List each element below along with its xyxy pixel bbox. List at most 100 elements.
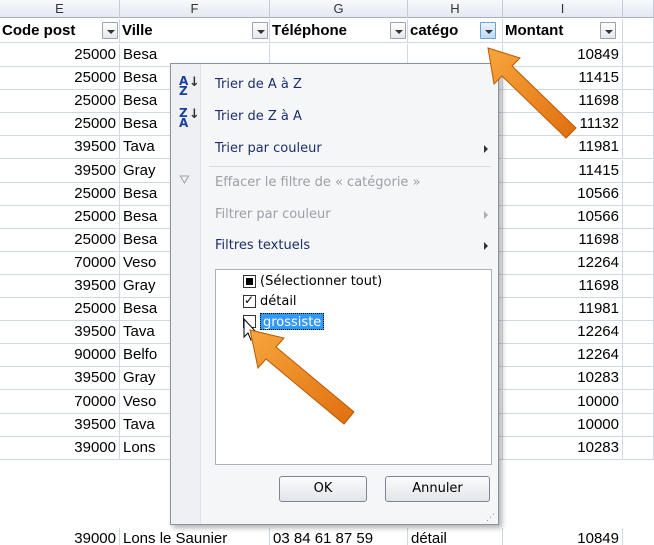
cancel-button[interactable]: Annuler [385,476,490,502]
cell-montant[interactable]: 10000 [503,413,623,437]
cell-code[interactable]: 25000 [0,228,120,252]
cell-code[interactable]: 39000 [0,436,120,460]
cell-code[interactable]: 70000 [0,251,120,275]
cell-code[interactable]: 25000 [0,67,120,91]
column-header-H[interactable]: H [408,0,503,18]
cell-code[interactable]: 70000 [0,390,120,414]
grossiste-checkbox[interactable] [243,315,256,328]
detail-checkbox[interactable]: ✓ [243,293,256,308]
cell-montant[interactable]: 10849 [503,528,623,545]
cell-code[interactable]: 25000 [0,113,120,137]
cell-code[interactable]: 25000 [0,182,120,206]
filter-dropdown-code-postal[interactable] [102,22,118,39]
cell-montant[interactable]: 11698 [503,275,623,298]
cell-code[interactable]: 39500 [0,275,120,298]
column-header-E[interactable]: E [0,0,120,18]
column-header-F[interactable]: F [120,0,270,18]
cell-montant[interactable]: 12264 [503,251,623,275]
filter-dropdown-ville[interactable] [252,22,268,39]
cell-blank[interactable] [623,44,654,67]
ok-button[interactable]: OK [279,476,367,502]
cell-montant[interactable]: 11132 [503,113,623,137]
cell-code[interactable]: 39500 [0,136,120,160]
cell-blank[interactable] [623,113,654,137]
sort-ascending-icon: A Z ↓ [179,74,200,98]
cell-montant[interactable]: 11415 [503,67,623,91]
cell-blank[interactable] [623,251,654,275]
cell-montant[interactable]: 10849 [503,44,623,67]
cell-ville[interactable]: Lons le Saunier [120,528,270,545]
cell-blank[interactable] [623,228,654,252]
cell-blank[interactable] [623,67,654,91]
select-all-checkbox[interactable] [243,275,256,288]
menu-sort-by-color[interactable]: Trier par couleur [215,139,322,159]
clear-filter-icon: ⛛ [179,173,190,188]
cell-blank[interactable] [623,205,654,229]
cell-blank[interactable] [623,136,654,160]
column-header-blank [623,0,654,18]
list-item-detail[interactable]: détail [260,293,297,310]
menu-sort-z-a[interactable]: Trier de Z à A [215,107,302,127]
cell-montant[interactable]: 11981 [503,136,623,160]
header-code-postal-label: Code post [2,22,76,39]
cell-code[interactable]: 39500 [0,321,120,345]
cell-code[interactable]: 39500 [0,367,120,391]
cell-montant[interactable]: 11698 [503,228,623,252]
cell-blank[interactable] [623,182,654,206]
table-row-last: 39000 Lons le Saunier 03 84 61 87 59 dét… [0,528,654,545]
cell-montant[interactable]: 10566 [503,205,623,229]
column-header-G[interactable]: G [270,0,408,18]
submenu-arrow-icon [484,145,488,153]
cell-code[interactable]: 39000 [0,528,120,545]
autofilter-menu: A Z ↓ Trier de A à Z Z A ↓ Trier de Z à A Tr… [170,63,499,525]
cell-code[interactable]: 25000 [0,205,120,229]
cell-montant[interactable]: 10566 [503,182,623,206]
filter-dropdown-telephone[interactable] [390,22,406,39]
cell-montant[interactable]: 11415 [503,159,623,183]
filter-dropdown-categorie[interactable] [480,22,496,39]
menu-filter-by-color[interactable]: Filtrer par couleur [215,205,331,225]
cell-blank[interactable] [623,367,654,391]
sort-descending-icon: Z A ↓ [179,106,200,130]
list-item-select-all[interactable]: (Sélectionner tout) [260,273,382,290]
filter-values-list[interactable]: (Sélectionner tout) ✓ détail grossiste [215,269,492,465]
cell-code[interactable]: 25000 [0,298,120,322]
header-categorie-label: catégo [410,22,459,39]
header-ville-label: Ville [122,22,153,39]
header-ville: Ville [120,19,270,43]
menu-sort-a-z[interactable]: Trier de A à Z [215,75,302,95]
list-item-grossiste[interactable]: grossiste [260,313,325,330]
cell-code[interactable]: 25000 [0,90,120,114]
cell-blank[interactable] [623,159,654,183]
cell-blank[interactable] [623,344,654,368]
cell-blank[interactable] [623,90,654,114]
cell-blank[interactable] [623,390,654,414]
cell-montant[interactable]: 11981 [503,298,623,322]
header-telephone: Téléphone [270,19,408,43]
cell-montant[interactable]: 10000 [503,390,623,414]
header-montant-label: Montant [505,22,564,39]
cell-code[interactable]: 90000 [0,344,120,368]
cell-montant[interactable]: 11698 [503,90,623,114]
cell-categorie[interactable]: détail [408,528,503,545]
cell-blank[interactable] [623,321,654,345]
cell-code[interactable]: 39500 [0,413,120,437]
header-blank [623,19,654,43]
column-header-I[interactable]: I [503,0,623,18]
submenu-arrow-icon [484,211,488,219]
cell-blank[interactable] [623,298,654,322]
cell-blank[interactable] [623,436,654,460]
cell-code[interactable]: 25000 [0,44,120,67]
cell-montant[interactable]: 12264 [503,321,623,345]
cell-montant[interactable]: 10283 [503,367,623,391]
filter-dropdown-montant[interactable] [600,22,616,39]
cell-montant[interactable]: 10283 [503,436,623,460]
cell-montant[interactable]: 12264 [503,344,623,368]
cell-blank[interactable] [623,275,654,298]
resize-grip-icon[interactable]: ⋰ [486,514,495,523]
cell-code[interactable]: 39500 [0,159,120,183]
menu-clear-filter[interactable]: Effacer le filtre de « catégorie » [215,173,421,193]
cell-telephone[interactable]: 03 84 61 87 59 [270,528,408,545]
menu-text-filters[interactable]: Filtres textuels [215,236,310,256]
cell-blank[interactable] [623,413,654,437]
